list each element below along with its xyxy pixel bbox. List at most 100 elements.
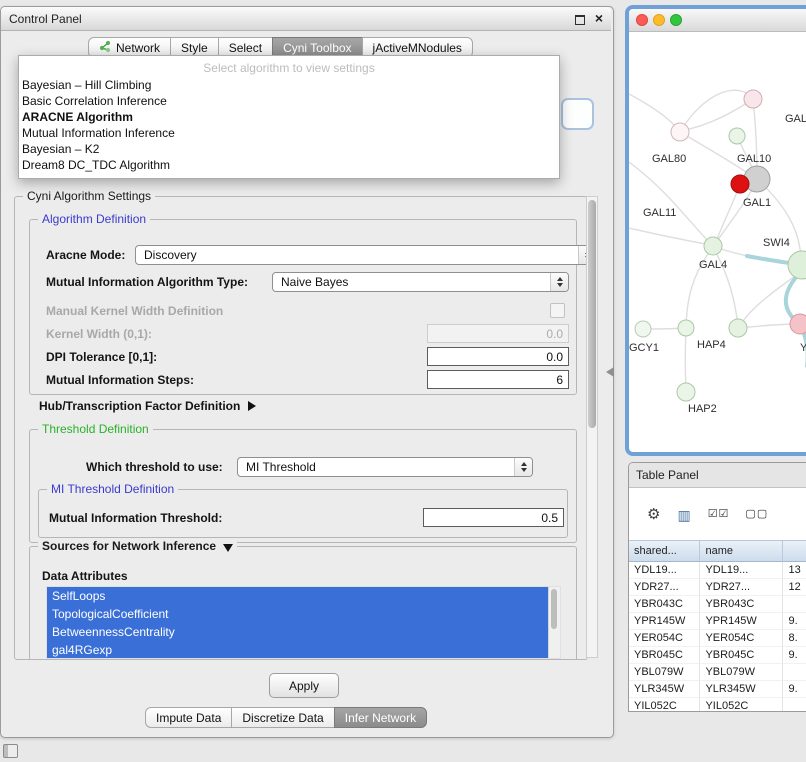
hub-section-toggle[interactable]: Hub/Transcription Factor Definition bbox=[39, 399, 256, 413]
column-chooser-icon[interactable]: ▥ bbox=[677, 508, 691, 522]
dpi-tolerance-field[interactable] bbox=[427, 347, 569, 366]
close-window-icon[interactable]: × bbox=[595, 10, 603, 26]
data-attributes-list: SelfLoopsTopologicalCoefficientBetweenne… bbox=[46, 586, 561, 659]
table-cell: YIL052C bbox=[700, 698, 783, 711]
attribute-item[interactable]: SelfLoops bbox=[47, 587, 548, 605]
settings-scrollbar[interactable] bbox=[586, 196, 598, 658]
column-header-extra[interactable] bbox=[783, 540, 806, 562]
column-header-shared[interactable]: shared... bbox=[629, 540, 700, 562]
table-cell: 9. bbox=[783, 613, 806, 630]
algorithm-definition-group: Algorithm Definition Aracne Mode: Discov… bbox=[29, 219, 577, 395]
column-header-name[interactable]: name bbox=[700, 540, 783, 562]
kernel-width-label: Kernel Width (0,1): bbox=[46, 327, 152, 341]
split-collapse-arrow-icon[interactable] bbox=[606, 367, 614, 377]
network-node[interactable] bbox=[729, 319, 747, 337]
node-label: HAP2 bbox=[688, 403, 717, 415]
mi-threshold-group: MI Threshold Definition Mutual Informati… bbox=[38, 489, 568, 538]
tab-label: Select bbox=[229, 41, 262, 55]
aracne-mode-value: Discovery bbox=[144, 248, 197, 262]
gear-icon[interactable]: ⚙ bbox=[647, 507, 661, 522]
table-cell: YDR27... bbox=[629, 579, 700, 596]
table-row[interactable]: YBL079WYBL079W bbox=[629, 664, 806, 681]
mi-algorithm-type-label: Mutual Information Algorithm Type: bbox=[46, 275, 248, 289]
table-row[interactable]: YIL052CYIL052C bbox=[629, 698, 806, 711]
algorithm-definition-title: Algorithm Definition bbox=[38, 212, 150, 226]
network-node[interactable] bbox=[671, 123, 689, 141]
attributes-scrollbar-thumb[interactable] bbox=[551, 589, 557, 629]
table-row[interactable]: YBR043CYBR043C bbox=[629, 596, 806, 613]
tab-label: jActiveMNodules bbox=[373, 41, 462, 55]
network-node[interactable] bbox=[744, 90, 762, 108]
mi-algorithm-type-select[interactable]: Naive Bayes bbox=[272, 272, 569, 292]
minimize-light[interactable] bbox=[653, 14, 665, 26]
network-node[interactable] bbox=[704, 237, 722, 255]
network-edge bbox=[629, 162, 711, 244]
sources-section-toggle[interactable]: Sources for Network Inference bbox=[38, 539, 237, 553]
algorithm-option[interactable]: Mutual Information Inference bbox=[19, 125, 559, 141]
table-row[interactable]: YER054CYER054C8. bbox=[629, 630, 806, 647]
algorithm-option[interactable]: Bayesian – Hill Climbing bbox=[19, 77, 559, 93]
manual-kernel-checkbox bbox=[550, 303, 565, 318]
settings-group-title: Cyni Algorithm Settings bbox=[23, 189, 155, 203]
apply-button[interactable]: Apply bbox=[269, 673, 339, 698]
network-node[interactable] bbox=[788, 251, 806, 279]
network-edge bbox=[685, 329, 686, 390]
attribute-item[interactable]: TopologicalCoefficient bbox=[47, 605, 548, 623]
tab-discretize-data[interactable]: Discretize Data bbox=[231, 707, 334, 728]
collapsed-arrow-icon bbox=[248, 401, 256, 411]
algorithm-option[interactable]: Dream8 DC_TDC Algorithm bbox=[19, 157, 559, 173]
attribute-item[interactable]: BetweennessCentrality bbox=[47, 623, 548, 641]
close-light[interactable] bbox=[636, 14, 648, 26]
table-panel-titlebar: Table Panel bbox=[629, 463, 806, 488]
network-node[interactable] bbox=[678, 320, 694, 336]
node-label: GAL80 bbox=[652, 153, 686, 165]
zoom-light[interactable] bbox=[670, 14, 682, 26]
table-row[interactable]: YDL19...YDL19...13 bbox=[629, 562, 806, 579]
settings-scrollbar-thumb[interactable] bbox=[588, 200, 596, 428]
mi-threshold-field[interactable] bbox=[423, 508, 564, 527]
restore-panel-icon[interactable] bbox=[3, 744, 18, 758]
mi-threshold-label: Mutual Information Threshold: bbox=[49, 511, 222, 525]
kernel-width-field bbox=[427, 324, 569, 343]
algorithm-option[interactable]: Basic Correlation Inference bbox=[19, 93, 559, 109]
algorithm-option[interactable]: ARACNE Algorithm bbox=[19, 109, 559, 125]
network-view-window: GALGAL80GAL10GAL11GAL1SWI4GAL4GCY1HAP4HA… bbox=[625, 5, 806, 456]
node-label: GCY1 bbox=[629, 342, 659, 354]
control-panel-titlebar: Control Panel × bbox=[1, 7, 611, 31]
network-node[interactable] bbox=[729, 128, 745, 144]
network-edge bbox=[753, 99, 757, 177]
expanded-arrow-icon bbox=[223, 544, 233, 552]
table-cell: YLR345W bbox=[629, 681, 700, 698]
sources-group: Sources for Network Inference Data Attri… bbox=[29, 546, 577, 660]
float-window-icon[interactable] bbox=[575, 15, 585, 25]
hide-columns-icon[interactable]: ▢▢ bbox=[745, 509, 768, 520]
table-row[interactable]: YBR045CYBR045C9. bbox=[629, 647, 806, 664]
attribute-item[interactable]: gal4RGexp bbox=[47, 641, 548, 659]
table-row[interactable]: YDR27...YDR27...12 bbox=[629, 579, 806, 596]
table-row[interactable]: YPR145WYPR145W9. bbox=[629, 613, 806, 630]
algorithm-option[interactable]: Bayesian – K2 bbox=[19, 141, 559, 157]
attributes-scrollbar[interactable] bbox=[548, 587, 560, 658]
dpi-tolerance-label: DPI Tolerance [0,1]: bbox=[46, 350, 157, 364]
table-rows: YDL19...YDL19...13YDR27...YDR27...12YBR0… bbox=[629, 562, 806, 711]
tab-label: Infer Network bbox=[345, 711, 416, 725]
select-all-columns-icon[interactable]: ☑☑ bbox=[708, 509, 730, 520]
data-attributes-label: Data Attributes bbox=[42, 569, 128, 583]
table-row[interactable]: YLR345WYLR345W9. bbox=[629, 681, 806, 698]
network-node[interactable] bbox=[731, 175, 749, 193]
algorithm-placeholder: Select algorithm to view settings bbox=[19, 59, 559, 77]
network-node[interactable] bbox=[635, 321, 651, 337]
aracne-mode-select[interactable]: Discovery bbox=[135, 245, 597, 265]
network-node[interactable] bbox=[790, 314, 806, 334]
threshold-definition-title: Threshold Definition bbox=[38, 422, 153, 436]
table-cell: YBR043C bbox=[629, 596, 700, 613]
network-node[interactable] bbox=[677, 383, 695, 401]
network-canvas[interactable]: GALGAL80GAL10GAL11GAL1SWI4GAL4GCY1HAP4HA… bbox=[629, 32, 806, 453]
mi-steps-label: Mutual Information Steps: bbox=[46, 373, 194, 387]
which-threshold-label: Which threshold to use: bbox=[86, 460, 223, 474]
tab-infer-network[interactable]: Infer Network bbox=[334, 707, 427, 728]
which-threshold-select[interactable]: MI Threshold bbox=[237, 457, 533, 477]
table-cell: YLR345W bbox=[700, 681, 783, 698]
tab-impute-data[interactable]: Impute Data bbox=[145, 707, 232, 728]
mi-steps-field[interactable] bbox=[427, 370, 569, 389]
